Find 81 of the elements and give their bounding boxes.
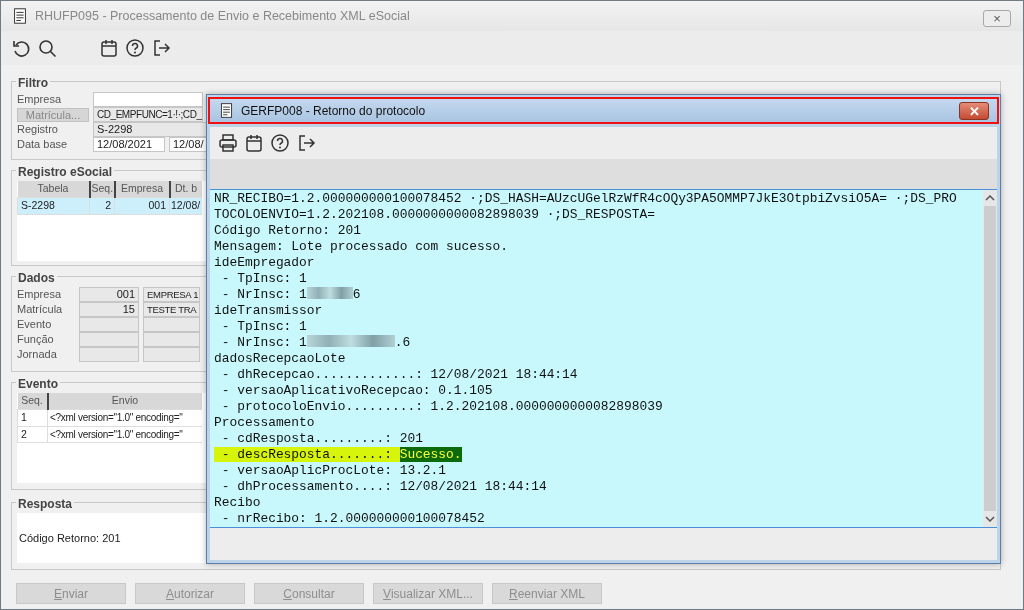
code-field: 001 <box>79 287 139 302</box>
text-line: Processamento <box>214 415 315 430</box>
name-field <box>143 317 200 332</box>
date-field[interactable]: 12/08/ <box>169 137 208 152</box>
text-line: .6 <box>394 335 411 350</box>
close-button[interactable]: ✕ <box>959 102 989 120</box>
dialog-title: GERFP008 - Retorno do protocolo <box>241 102 426 120</box>
column-header[interactable]: Envio <box>47 393 202 410</box>
field-label: Empresa <box>17 287 63 303</box>
matricula-field[interactable]: CD_EMPFUNC=1·!·;CD_ <box>93 107 203 122</box>
text-line: - versaoAplicativoRecepcao: 0.1.105 <box>220 383 493 398</box>
text-line: Código Retorno: 201 <box>214 223 361 238</box>
text-line: Recibo <box>214 495 261 510</box>
text-line: - dhProcessamento....: 12/08/2021 18:44:14 <box>220 479 547 494</box>
close-button[interactable]: × <box>983 10 1011 27</box>
text-line: - protocoloEnvio.........: 1.2.202108.0000000000082898039 <box>220 399 663 414</box>
scroll-thumb[interactable] <box>984 206 996 511</box>
table-cell: 2 <box>17 426 48 443</box>
text-line: NR_RECIBO=1.2.000000000100078452 ·;DS_HASH=AUzcUGelRzWfR4cOQy3PA5OMMP7JkE3OtpbiZvsiO5A= ·;DS_PRO <box>214 191 957 206</box>
registro-field[interactable]: S-2298 <box>93 122 207 137</box>
scroll-down-icon[interactable] <box>985 516 995 522</box>
table-cell: <?xml version="1.0" encoding=" <box>47 409 202 426</box>
field-label: Jornada <box>17 347 58 363</box>
text-line: 6 <box>352 287 361 302</box>
field-label: Empresa <box>17 92 63 108</box>
scroll-up-icon[interactable] <box>985 195 995 201</box>
text-line: Mensagem: Lote processado com sucesso. <box>214 239 508 254</box>
table-cell: 001 <box>114 197 170 214</box>
field-label: Data base <box>17 137 69 153</box>
text-line: ideEmpregador <box>214 255 315 270</box>
name-field <box>143 332 200 347</box>
response-text: Código Retorno: 201 <box>19 530 121 546</box>
column-header[interactable]: Seq. <box>17 393 48 410</box>
code-field <box>79 347 139 362</box>
exit-icon[interactable] <box>296 133 316 153</box>
scrollbar[interactable] <box>983 190 997 527</box>
text-line: - descResposta.......: <box>220 447 393 462</box>
table-cell: 12/08/ <box>169 197 202 214</box>
highlighted-value: Sucesso. <box>399 447 462 462</box>
column-header[interactable]: Seq. <box>89 181 115 198</box>
exit-icon[interactable] <box>151 38 171 58</box>
document-icon <box>218 102 235 119</box>
column-header[interactable]: Dt. b <box>169 181 202 198</box>
help-icon[interactable] <box>270 133 290 153</box>
document-icon <box>11 7 29 25</box>
text-line: - nrRecibo: 1.2.000000000100078452 <box>220 511 485 526</box>
window-title: RHUFP095 - Processamento de Envio e Recebimento XML eSocial <box>35 7 410 25</box>
text-line: TOCOLOENVIO=1.2.202108.0000000000082898039 ·;DS_RESPOSTA= <box>214 207 655 222</box>
text-line: - TpInsc: 1 <box>220 319 307 334</box>
help-icon[interactable] <box>125 38 145 58</box>
text-line: dadosRecepcaoLote <box>214 351 346 366</box>
calendar-icon[interactable] <box>244 133 264 153</box>
code-field <box>79 332 139 347</box>
text-line: - cdResposta.........: 201 <box>220 431 423 446</box>
code-field: 15 <box>79 302 139 317</box>
field-label: Função <box>17 332 55 348</box>
text-line: - TpInsc: 1 <box>220 271 307 286</box>
text-line: ideTransmissor <box>214 303 323 318</box>
redacted-blur <box>306 287 353 299</box>
calendar-icon[interactable] <box>99 38 119 58</box>
field-label: Evento <box>17 317 53 333</box>
search-icon[interactable] <box>37 38 57 58</box>
table-cell: 1 <box>17 409 48 426</box>
print-icon[interactable] <box>218 133 238 153</box>
name-field: TESTE TRA <box>143 302 200 317</box>
table-cell: 2 <box>89 197 115 214</box>
text-line: - dhRecepcao.............: 12/08/2021 18:44:14 <box>220 367 578 382</box>
field-label: Matrícula <box>17 302 64 318</box>
empresa-field[interactable] <box>93 92 203 107</box>
field-label: Registro <box>17 122 59 138</box>
text-line: - versaoAplicProcLote: 13.2.1 <box>220 463 447 478</box>
column-header[interactable]: Empresa <box>114 181 170 198</box>
text-line: - NrInsc: 1 <box>220 335 307 350</box>
name-field <box>143 347 200 362</box>
code-field <box>79 317 139 332</box>
refresh-icon[interactable] <box>11 38 31 58</box>
date-field[interactable]: 12/08/2021 <box>93 137 165 152</box>
table-cell: S-2298 <box>17 197 90 214</box>
column-header[interactable]: Tabela <box>17 181 90 198</box>
name-field: EMPRESA 1 <box>143 287 200 302</box>
text-line: - NrInsc: 1 <box>220 287 307 302</box>
